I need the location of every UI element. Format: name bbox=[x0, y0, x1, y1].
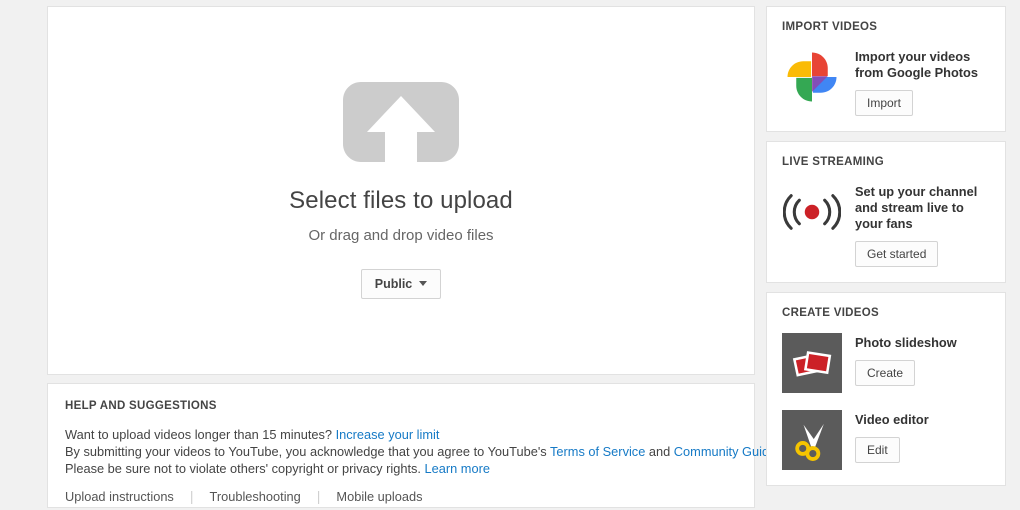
upload-instructions-link[interactable]: Upload instructions bbox=[65, 489, 174, 504]
sidebar: IMPORT VIDEOS Import your videos from Go… bbox=[766, 6, 1006, 495]
video-editor-thumbnail[interactable] bbox=[782, 410, 842, 470]
photo-slideshow-thumbnail[interactable] bbox=[782, 333, 842, 393]
video-editor-text: Video editor bbox=[855, 412, 929, 427]
help-line-terms: By submitting your videos to YouTube, yo… bbox=[65, 443, 806, 460]
divider: | bbox=[189, 488, 194, 504]
import-videos-text: Import your videos from Google Photos bbox=[855, 49, 978, 80]
divider: | bbox=[316, 488, 321, 504]
chevron-down-icon bbox=[419, 281, 428, 287]
create-videos-heading: CREATE VIDEOS bbox=[782, 307, 879, 319]
help-line-limit: Want to upload videos longer than 15 min… bbox=[65, 426, 737, 443]
privacy-value: Public bbox=[374, 276, 413, 291]
photo-slideshow-row: Photo slideshow Create bbox=[782, 333, 990, 393]
import-button[interactable]: Import bbox=[855, 90, 914, 116]
upload-dropzone[interactable]: Select files to upload Or drag and drop … bbox=[47, 6, 755, 375]
live-streaming-body: Set up your channel and stream live to y… bbox=[855, 182, 990, 267]
main-column: Select files to upload Or drag and drop … bbox=[47, 6, 806, 508]
terms-of-service-link[interactable]: Terms of Service bbox=[550, 444, 645, 459]
google-photos-pinwheel-icon bbox=[782, 47, 842, 107]
import-videos-card: IMPORT VIDEOS Import your videos from Go… bbox=[766, 6, 1006, 132]
video-editor-row: Video editor Edit bbox=[782, 410, 990, 470]
live-broadcast-icon bbox=[782, 182, 842, 242]
mobile-uploads-link[interactable]: Mobile uploads bbox=[336, 489, 422, 504]
photo-slideshow-body: Photo slideshow Create bbox=[855, 333, 990, 386]
video-editor-body: Video editor Edit bbox=[855, 410, 990, 463]
help-footer-links: Upload instructions | Troubleshooting | … bbox=[65, 488, 737, 504]
troubleshooting-link[interactable]: Troubleshooting bbox=[209, 489, 300, 504]
increase-your-limit-link[interactable]: Increase your limit bbox=[336, 427, 440, 442]
upload-subtitle: Or drag and drop video files bbox=[308, 227, 494, 245]
live-streaming-card: LIVE STREAMING Set up your channel and s… bbox=[766, 141, 1006, 283]
import-videos-row: Import your videos from Google Photos Im… bbox=[782, 47, 990, 116]
import-videos-heading: IMPORT VIDEOS bbox=[782, 21, 878, 33]
live-streaming-heading: LIVE STREAMING bbox=[782, 156, 884, 168]
help-heading: HELP AND SUGGESTIONS bbox=[65, 400, 217, 412]
privacy-dropdown[interactable]: Public bbox=[360, 268, 442, 299]
help-copyright-text: Please be sure not to violate others' co… bbox=[65, 461, 425, 476]
help-line-copyright: Please be sure not to violate others' co… bbox=[65, 460, 737, 477]
youtube-upload-page: Select files to upload Or drag and drop … bbox=[0, 0, 1020, 510]
help-line-limit-text: Want to upload videos longer than 15 min… bbox=[65, 427, 336, 442]
edit-button[interactable]: Edit bbox=[855, 437, 900, 463]
create-videos-card: CREATE VIDEOS Photo slideshow Create Vid… bbox=[766, 292, 1006, 486]
import-videos-body: Import your videos from Google Photos Im… bbox=[855, 47, 990, 116]
photo-slideshow-text: Photo slideshow bbox=[855, 335, 957, 350]
live-streaming-text: Set up your channel and stream live to y… bbox=[855, 184, 978, 231]
upload-title: Select files to upload bbox=[289, 187, 513, 215]
live-streaming-row: Set up your channel and stream live to y… bbox=[782, 182, 990, 267]
create-button[interactable]: Create bbox=[855, 360, 916, 386]
learn-more-link[interactable]: Learn more bbox=[425, 461, 490, 476]
get-started-button[interactable]: Get started bbox=[855, 241, 939, 267]
help-suggestions-card: HELP AND SUGGESTIONS Want to upload vide… bbox=[47, 383, 806, 508]
help-terms-and: and bbox=[645, 444, 674, 459]
help-terms-prefix: By submitting your videos to YouTube, yo… bbox=[65, 444, 551, 459]
upload-arrow-icon[interactable] bbox=[343, 82, 459, 163]
